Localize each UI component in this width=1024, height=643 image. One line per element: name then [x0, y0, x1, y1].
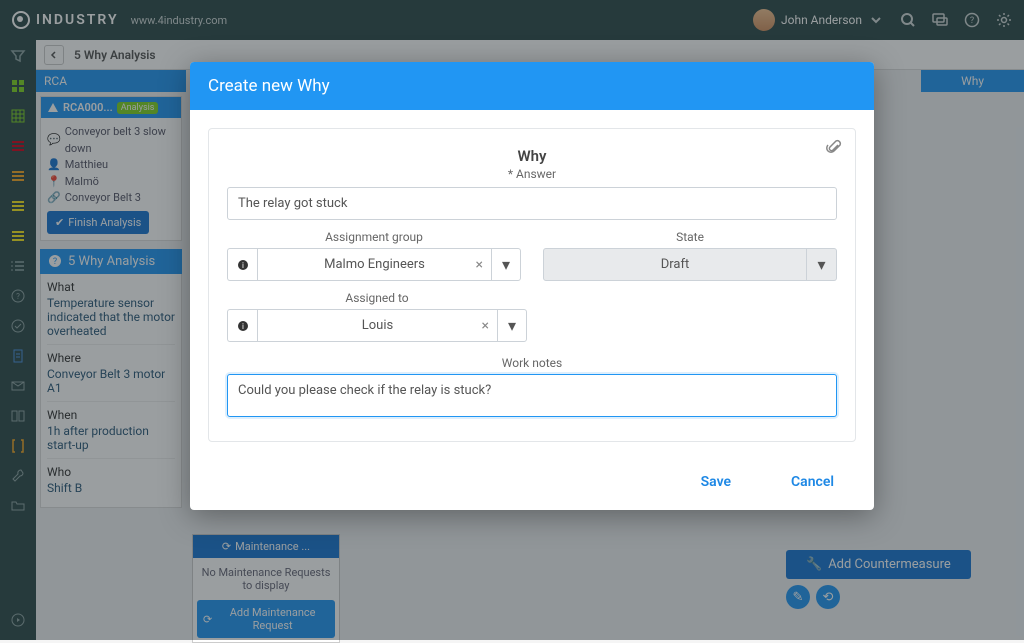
- assigned-to-value: Louis: [362, 318, 393, 333]
- state-label: State: [543, 230, 837, 244]
- assignment-group-label: Assignment group: [227, 230, 521, 244]
- svg-text:i: i: [242, 322, 244, 331]
- paperclip-icon: [825, 139, 843, 157]
- assigned-to-field[interactable]: i Louis × ▾: [227, 309, 527, 342]
- dropdown-button[interactable]: ▾: [497, 309, 527, 342]
- assignment-group-value: Malmo Engineers: [324, 257, 425, 272]
- modal-panel: Why * Answer Assignment group i Malmo En…: [208, 128, 856, 442]
- state-value: Draft: [543, 248, 807, 281]
- dropdown-button[interactable]: ▾: [491, 248, 521, 281]
- create-why-modal: Create new Why Why * Answer Assignment g…: [190, 62, 874, 510]
- answer-input[interactable]: [227, 187, 837, 220]
- work-notes-input[interactable]: [227, 374, 837, 417]
- cancel-button[interactable]: Cancel: [791, 474, 834, 490]
- attachment-button[interactable]: [825, 139, 843, 157]
- clear-icon[interactable]: ×: [482, 318, 489, 334]
- info-icon[interactable]: i: [227, 309, 257, 342]
- assigned-to-label: Assigned to: [227, 291, 527, 305]
- why-section-label: Why: [227, 147, 837, 165]
- modal-title: Create new Why: [190, 62, 874, 110]
- work-notes-label: Work notes: [227, 356, 837, 370]
- save-button[interactable]: Save: [701, 474, 731, 490]
- answer-label: * Answer: [227, 167, 837, 181]
- assignment-group-field[interactable]: i Malmo Engineers × ▾: [227, 248, 521, 281]
- state-field[interactable]: Draft ▾: [543, 248, 837, 281]
- clear-icon[interactable]: ×: [476, 257, 483, 273]
- svg-text:i: i: [242, 261, 244, 270]
- info-icon[interactable]: i: [227, 248, 257, 281]
- dropdown-button[interactable]: ▾: [807, 248, 837, 281]
